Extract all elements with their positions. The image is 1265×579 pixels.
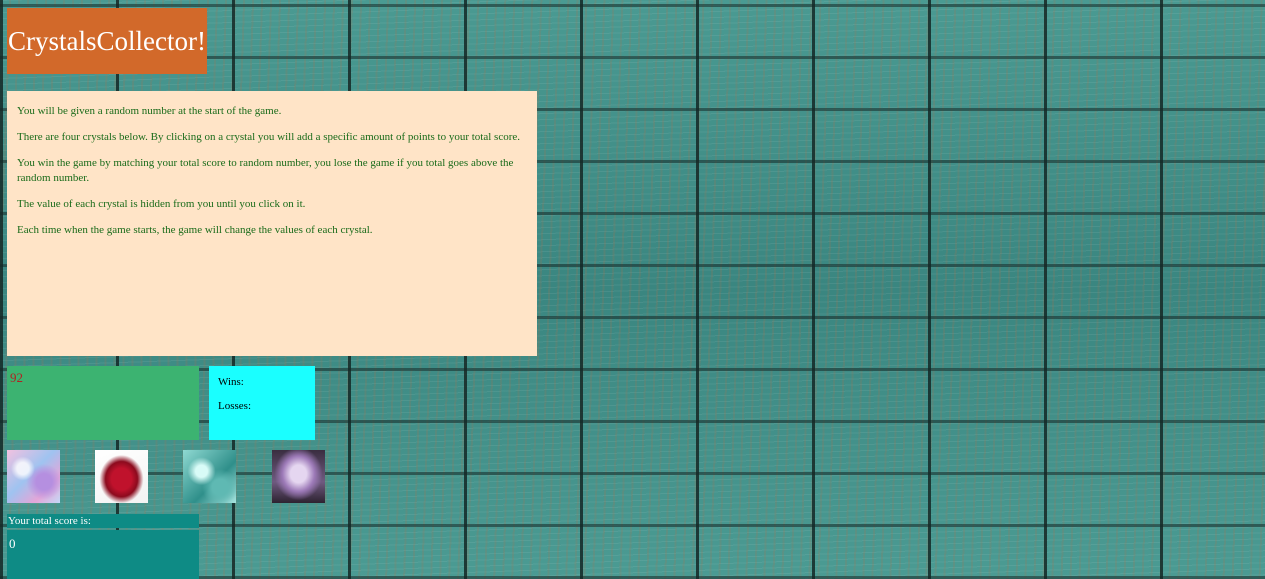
total-score-box: 0: [7, 530, 199, 579]
crystal-button-3[interactable]: [183, 450, 236, 503]
app-title-box: CrystalsCollector!: [7, 8, 207, 74]
total-score-value: 0: [9, 536, 16, 551]
instruction-line: Each time when the game starts, the game…: [17, 224, 373, 236]
random-number-value: 92: [10, 370, 23, 385]
losses-label: Losses:: [218, 400, 251, 412]
instruction-line: The value of each crystal is hidden from…: [17, 198, 306, 210]
crystal-button-4[interactable]: [272, 450, 325, 503]
stats-box: Wins: Losses:: [209, 366, 315, 440]
app-title: CrystalsCollector!: [8, 25, 206, 56]
instruction-line: You will be given a random number at the…: [17, 105, 282, 117]
instruction-line: There are four crystals below. By clicki…: [17, 131, 521, 143]
wins-label: Wins:: [218, 376, 244, 388]
crystal-button-1[interactable]: [7, 450, 60, 503]
crystal-button-2[interactable]: [95, 450, 148, 503]
random-number-box: 92: [7, 366, 199, 440]
instructions-panel: You will be given a random number at the…: [7, 91, 537, 356]
instruction-line: You win the game by matching your total …: [17, 157, 514, 184]
total-score-label: Your total score is:: [7, 514, 199, 528]
